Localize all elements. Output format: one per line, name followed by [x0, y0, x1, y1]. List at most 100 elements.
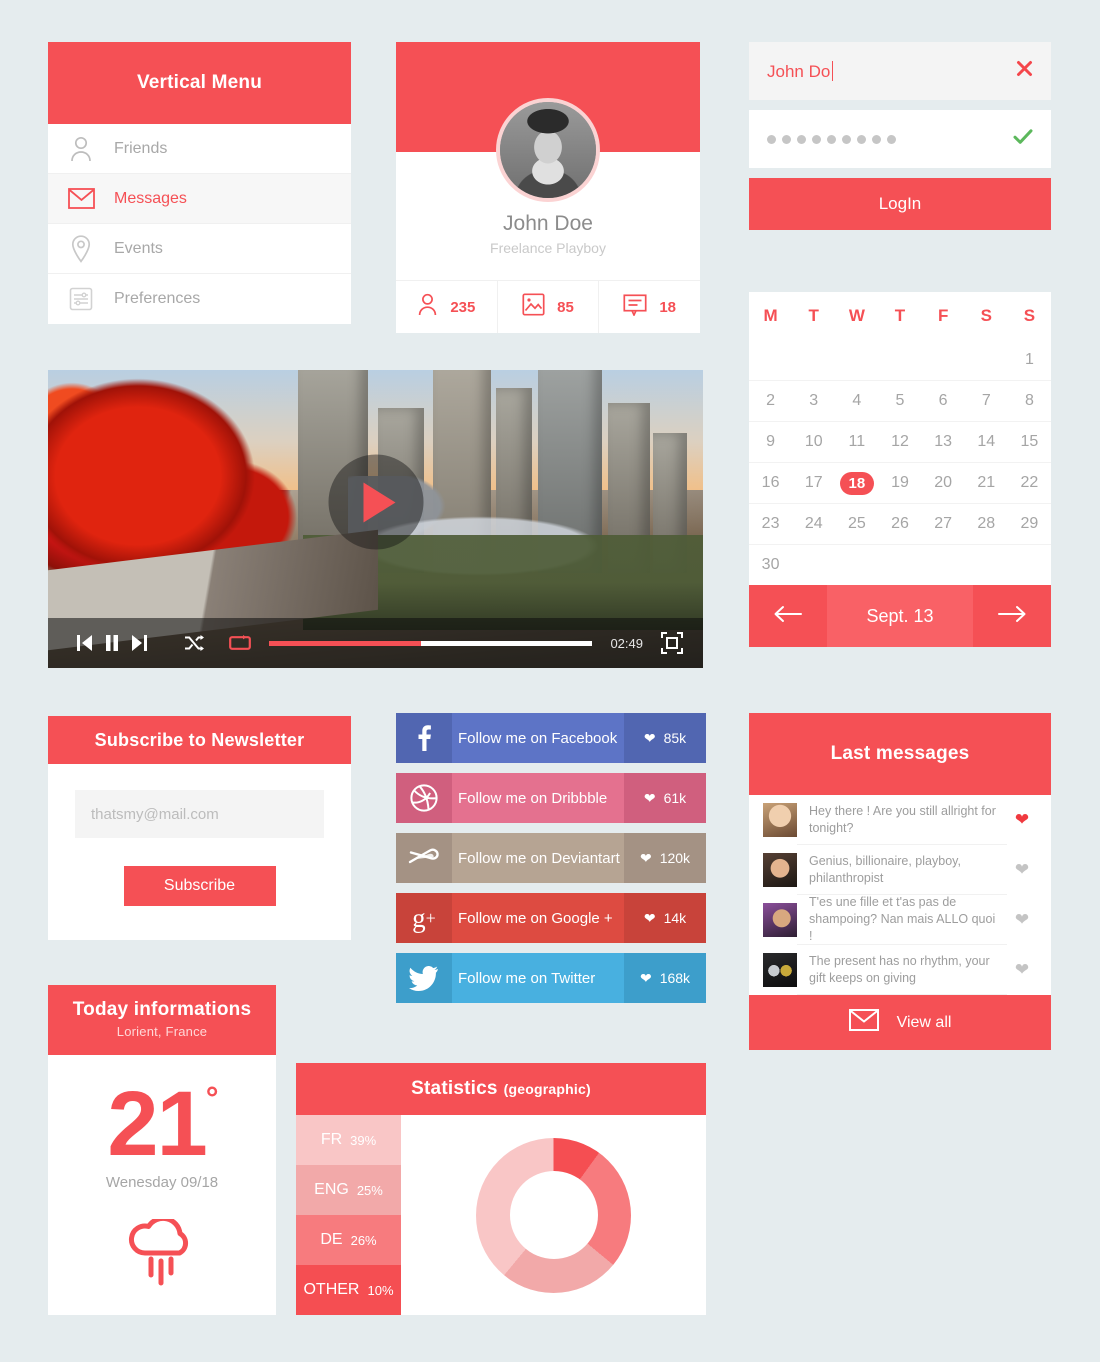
calendar-day[interactable]: 19: [878, 463, 921, 503]
heart-icon[interactable]: ❤: [1007, 860, 1037, 880]
legend-item-fr[interactable]: FR 39%: [296, 1115, 401, 1165]
legend-item-eng[interactable]: ENG 25%: [296, 1165, 401, 1215]
legend-value: 26%: [350, 1232, 377, 1248]
email-field[interactable]: thatsmy@mail.com: [75, 790, 324, 838]
calendar-day[interactable]: 10: [792, 422, 835, 462]
social-button-facebook[interactable]: Follow me on Facebook ❤ 85k: [396, 713, 706, 763]
weather-location: Lorient, France: [116, 1024, 208, 1039]
video-player: 02:49: [48, 370, 703, 668]
calendar-day[interactable]: 28: [965, 504, 1008, 544]
calendar-day[interactable]: [878, 340, 921, 380]
weather-card: Today informations Lorient, France 21° W…: [48, 985, 276, 1315]
sidebar-item-label: Friends: [114, 139, 168, 157]
calendar-day[interactable]: [792, 340, 835, 380]
calendar-day[interactable]: 15: [1008, 422, 1051, 462]
weekday-label: W: [848, 306, 865, 325]
legend-item-de[interactable]: DE 26%: [296, 1215, 401, 1265]
calendar-day[interactable]: 1: [1008, 340, 1051, 380]
social-button-deviantart[interactable]: Follow me on Deviantart ❤ 120k: [396, 833, 706, 883]
calendar-day[interactable]: 27: [922, 504, 965, 544]
password-field[interactable]: [749, 110, 1051, 168]
calendar-day[interactable]: [922, 340, 965, 380]
social-button-twitter[interactable]: Follow me on Twitter ❤ 168k: [396, 953, 706, 1003]
weather-header: Today informations Lorient, France: [48, 985, 276, 1055]
calendar-day[interactable]: 26: [878, 504, 921, 544]
calendar-day[interactable]: 25: [835, 504, 878, 544]
stat-comments[interactable]: 18: [599, 281, 700, 333]
profile-stats: 235 85 18: [396, 280, 700, 333]
social-count-wrap: ❤ 14k: [624, 893, 706, 943]
calendar-day[interactable]: 4: [835, 381, 878, 421]
social-count: 61k: [663, 790, 687, 806]
calendar-day[interactable]: [749, 340, 792, 380]
calendar-day[interactable]: 3: [792, 381, 835, 421]
calendar-day[interactable]: 8: [1008, 381, 1051, 421]
weekday-label: M: [763, 306, 778, 325]
social-button-dribbble[interactable]: Follow me on Dribbble ❤ 61k: [396, 773, 706, 823]
list-item[interactable]: The present has no rhythm, your gift kee…: [749, 945, 1051, 995]
legend-item-other[interactable]: OTHER 10%: [296, 1265, 401, 1315]
repeat-icon[interactable]: [229, 634, 251, 652]
calendar-day[interactable]: 2: [749, 381, 792, 421]
calendar-day[interactable]: 30: [749, 545, 792, 585]
sidebar-item-friends[interactable]: Friends: [48, 124, 351, 174]
calendar-day[interactable]: 22: [1008, 463, 1051, 503]
sidebar-item-events[interactable]: Events: [48, 224, 351, 274]
newsletter-card: Subscribe to Newsletter thatsmy@mail.com…: [48, 716, 351, 940]
calendar-month-label[interactable]: Sept. 13: [827, 585, 973, 647]
calendar-day[interactable]: 12: [878, 422, 921, 462]
sidebar-item-messages[interactable]: Messages: [48, 174, 351, 224]
stat-friends[interactable]: 235: [396, 281, 498, 333]
stat-value: 235: [450, 298, 476, 316]
calendar-day[interactable]: 5: [878, 381, 921, 421]
fullscreen-icon[interactable]: [661, 632, 683, 654]
calendar-day[interactable]: 21: [965, 463, 1008, 503]
calendar-day[interactable]: 29: [1008, 504, 1051, 544]
last-messages-title: Last messages: [749, 713, 1051, 795]
calendar-day[interactable]: 13: [922, 422, 965, 462]
pause-icon[interactable]: [105, 634, 119, 652]
sidebar-item-preferences[interactable]: Preferences: [48, 274, 351, 324]
calendar-day[interactable]: 6: [922, 381, 965, 421]
calendar-day[interactable]: 16: [749, 463, 792, 503]
calendar-day[interactable]: 14: [965, 422, 1008, 462]
calendar-day[interactable]: 23: [749, 504, 792, 544]
list-item[interactable]: Genius, billionaire, playboy, philanthro…: [749, 845, 1051, 895]
calendar-day[interactable]: 9: [749, 422, 792, 462]
twitter-icon: [396, 953, 452, 1003]
newsletter-title: Subscribe to Newsletter: [48, 716, 351, 764]
login-button[interactable]: LogIn: [749, 178, 1051, 230]
heart-icon[interactable]: ❤: [1007, 810, 1037, 830]
calendar-day[interactable]: 11: [835, 422, 878, 462]
calendar-day[interactable]: 17: [792, 463, 835, 503]
list-item[interactable]: Hey there ! Are you still allright for t…: [749, 795, 1051, 845]
heart-icon[interactable]: ❤: [1007, 960, 1037, 980]
heart-icon[interactable]: ❤: [1007, 910, 1037, 930]
weather-title: Today informations: [72, 999, 252, 1020]
calendar-day[interactable]: 20: [922, 463, 965, 503]
last-messages-card: Last messages Hey there ! Are you still …: [749, 713, 1051, 1050]
username-field[interactable]: John Do: [749, 42, 1051, 100]
calendar-day-selected[interactable]: 18: [835, 463, 878, 503]
calendar-week: 30: [749, 545, 1051, 585]
calendar-next-button[interactable]: [973, 585, 1051, 647]
skip-next-icon[interactable]: [131, 634, 148, 652]
view-all-button[interactable]: View all: [749, 995, 1051, 1050]
subscribe-button[interactable]: Subscribe: [123, 866, 276, 906]
calendar-day[interactable]: 7: [965, 381, 1008, 421]
skip-previous-icon[interactable]: [76, 634, 93, 652]
close-icon[interactable]: [1016, 60, 1033, 82]
calendar-day[interactable]: 24: [792, 504, 835, 544]
statistics-header: Statistics (geographic): [296, 1063, 706, 1115]
calendar-prev-button[interactable]: [749, 585, 827, 647]
stat-photos[interactable]: 85: [498, 281, 600, 333]
play-button[interactable]: [328, 454, 423, 550]
weekday-label: T: [808, 306, 819, 325]
shuffle-icon[interactable]: [184, 634, 205, 652]
progress-bar[interactable]: [269, 640, 593, 646]
vertical-menu-title: Vertical Menu: [48, 42, 351, 124]
calendar-day[interactable]: [835, 340, 878, 380]
list-item[interactable]: T'es une fille et t'as pas de shampoing?…: [749, 895, 1051, 945]
calendar-day[interactable]: [965, 340, 1008, 380]
social-button-googleplus[interactable]: g + Follow me on Google + ❤ 14k: [396, 893, 706, 943]
